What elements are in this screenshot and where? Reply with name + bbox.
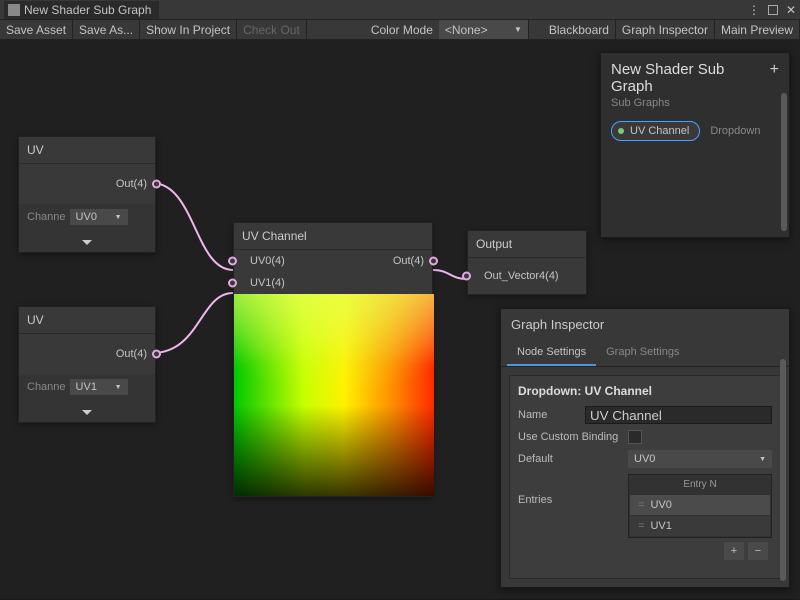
default-label: Default <box>518 453 628 465</box>
channel-value: UV0 <box>76 211 97 223</box>
property-pill-uv-channel[interactable]: UV Channel <box>611 121 700 141</box>
main-preview-toggle-button[interactable]: Main Preview <box>715 20 800 39</box>
name-input[interactable] <box>585 406 772 424</box>
entry-item-uv1[interactable]: = UV1 <box>630 516 770 536</box>
default-value: UV0 <box>634 453 655 465</box>
color-mode-label: Color Mode <box>365 20 439 39</box>
color-mode-value: <None> <box>445 23 488 37</box>
shader-graph-icon <box>8 4 20 16</box>
chevron-down-icon: ▼ <box>115 384 122 391</box>
node-preview <box>234 294 434 496</box>
input-port-uv1[interactable] <box>228 279 237 288</box>
channel-dropdown[interactable]: UV0 ▼ <box>70 209 128 225</box>
node-expand-toggle[interactable] <box>19 230 155 252</box>
save-as-button[interactable]: Save As... <box>73 20 140 39</box>
remove-entry-button[interactable]: − <box>748 542 768 560</box>
drag-handle-icon[interactable]: = <box>638 520 644 532</box>
entry-label: UV0 <box>650 499 671 511</box>
channel-label: Channe <box>27 381 66 393</box>
scrollbar[interactable] <box>781 93 787 231</box>
node-header[interactable]: UV <box>19 307 155 334</box>
input-port-uv0[interactable] <box>228 257 237 266</box>
save-asset-button[interactable]: Save Asset <box>0 20 73 39</box>
chevron-down-icon: ▼ <box>115 214 122 221</box>
use-custom-binding-checkbox[interactable] <box>628 430 642 444</box>
graph-canvas[interactable]: UV Out(4) Channe UV0 ▼ UV Out(4) Channe … <box>0 40 800 599</box>
node-uv-1[interactable]: UV Out(4) Channe UV1 ▼ <box>18 306 156 423</box>
graph-inspector-toggle-button[interactable]: Graph Inspector <box>616 20 715 39</box>
window-title: New Shader Sub Graph <box>24 3 151 17</box>
node-settings-section: Dropdown: UV Channel Name Use Custom Bin… <box>509 375 781 579</box>
scrollbar[interactable] <box>780 359 786 581</box>
drag-handle-icon[interactable]: = <box>638 499 644 511</box>
port-label-out: Out(4) <box>116 178 147 190</box>
property-dot-icon <box>618 128 624 134</box>
blackboard-panel[interactable]: New Shader Sub Graph Sub Graphs + UV Cha… <box>600 52 790 238</box>
window-titlebar: New Shader Sub Graph ⋮ ✕ <box>0 0 800 20</box>
node-uv-channel[interactable]: UV Channel UV0(4) Out(4) UV1(4) <box>233 222 433 497</box>
chevron-down-icon <box>82 240 92 245</box>
output-port[interactable] <box>429 257 438 266</box>
entries-header: Entry N <box>629 475 771 494</box>
window-tab[interactable]: New Shader Sub Graph <box>4 1 159 19</box>
property-type-label: Dropdown <box>710 125 760 137</box>
node-uv-0[interactable]: UV Out(4) Channe UV0 ▼ <box>18 136 156 253</box>
check-out-button: Check Out <box>237 20 307 39</box>
tab-graph-settings[interactable]: Graph Settings <box>596 340 689 366</box>
add-entry-button[interactable]: + <box>724 542 744 560</box>
graph-inspector-panel[interactable]: Graph Inspector Node Settings Graph Sett… <box>500 308 790 588</box>
blackboard-toggle-button[interactable]: Blackboard <box>543 20 616 39</box>
use-custom-binding-label: Use Custom Binding <box>518 431 628 443</box>
maximize-icon[interactable] <box>768 5 778 15</box>
inspector-title: Graph Inspector <box>501 309 789 340</box>
port-label-out: Out(4) <box>393 255 424 267</box>
close-icon[interactable]: ✕ <box>786 3 796 17</box>
entry-label: UV1 <box>650 520 671 532</box>
entries-list: Entry N = UV0 = UV1 <box>628 474 772 538</box>
name-label: Name <box>518 409 585 421</box>
node-expand-toggle[interactable] <box>19 400 155 422</box>
default-dropdown[interactable]: UV0 ▼ <box>628 450 772 468</box>
add-property-button[interactable]: + <box>770 61 779 79</box>
property-name: UV Channel <box>630 125 689 137</box>
chevron-down-icon: ▼ <box>514 25 522 34</box>
output-port[interactable] <box>152 180 161 189</box>
port-label-uv1: UV1(4) <box>250 277 285 289</box>
blackboard-title: New Shader Sub Graph <box>611 61 770 95</box>
section-title: Dropdown: UV Channel <box>518 384 772 398</box>
window-controls: ⋮ ✕ <box>748 3 796 17</box>
node-header[interactable]: Output <box>468 231 586 258</box>
node-header[interactable]: UV Channel <box>234 223 432 250</box>
channel-dropdown[interactable]: UV1 ▼ <box>70 379 128 395</box>
tab-node-settings[interactable]: Node Settings <box>507 340 596 366</box>
output-port[interactable] <box>152 350 161 359</box>
toolbar: Save Asset Save As... Show In Project Ch… <box>0 20 800 40</box>
input-port-out-vector4[interactable] <box>462 272 471 281</box>
channel-value: UV1 <box>76 381 97 393</box>
chevron-down-icon <box>82 410 92 415</box>
node-output[interactable]: Output Out_Vector4(4) <box>467 230 587 295</box>
show-in-project-button[interactable]: Show In Project <box>140 20 237 39</box>
port-label: Out_Vector4(4) <box>484 270 559 282</box>
channel-label: Channe <box>27 211 66 223</box>
color-mode-dropdown[interactable]: <None> ▼ <box>439 20 529 39</box>
port-label-uv0: UV0(4) <box>250 255 285 267</box>
port-label-out: Out(4) <box>116 348 147 360</box>
blackboard-subtitle: Sub Graphs <box>611 97 770 109</box>
chevron-down-icon: ▼ <box>759 456 766 463</box>
entry-item-uv0[interactable]: = UV0 <box>630 495 770 515</box>
entries-label: Entries <box>518 474 628 506</box>
node-header[interactable]: UV <box>19 137 155 164</box>
kebab-menu-icon[interactable]: ⋮ <box>748 3 760 17</box>
